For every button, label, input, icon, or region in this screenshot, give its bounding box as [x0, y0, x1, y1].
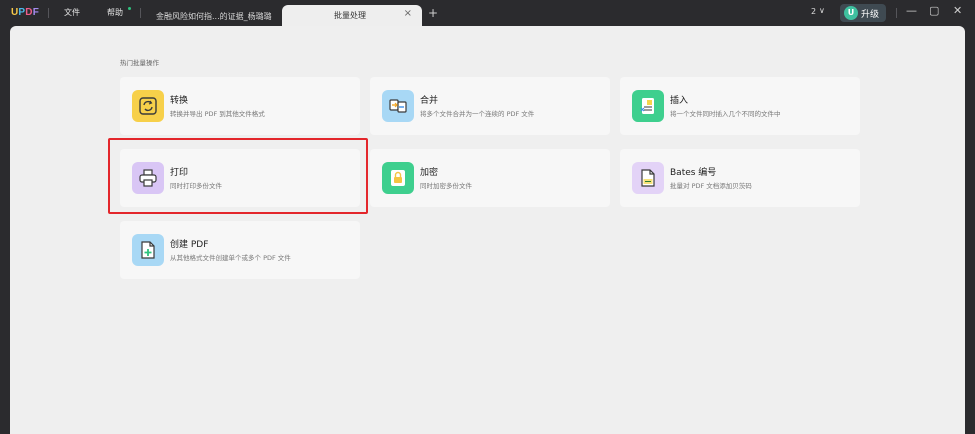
- notification-dot: [128, 7, 131, 10]
- upgrade-label: 升级: [861, 10, 880, 20]
- selection-highlight: [108, 138, 368, 214]
- divider: [896, 8, 897, 18]
- card-insert[interactable]: 插入 将一个文件同时插入几个不同的文件中: [620, 77, 860, 135]
- close-icon[interactable]: ✕: [953, 4, 962, 17]
- tab-close-icon[interactable]: ×: [404, 8, 412, 19]
- card-encrypt[interactable]: 加密 同时加密多份文件: [370, 149, 610, 207]
- card-title: 创建 PDF: [170, 240, 209, 250]
- new-tab-button[interactable]: +: [428, 6, 438, 20]
- lock-icon: [382, 162, 414, 194]
- minimize-icon[interactable]: —: [906, 4, 917, 17]
- card-title: 插入: [670, 96, 689, 106]
- page-count[interactable]: 2: [811, 7, 816, 16]
- divider: [140, 8, 141, 18]
- card-desc: 从其他格式文件创建单个或多个 PDF 文件: [170, 254, 291, 262]
- card-desc: 同时加密多份文件: [420, 182, 472, 190]
- chevron-down-icon[interactable]: ∨: [819, 6, 825, 15]
- tab-document[interactable]: 金融风险如何指...的证据_杨璐璐: [148, 6, 278, 26]
- tab-batch-label: 批量处理: [334, 11, 366, 20]
- maximize-icon[interactable]: ▢: [929, 4, 939, 17]
- card-title: 加密: [420, 168, 439, 178]
- card-title: 转换: [170, 96, 189, 106]
- section-title: 热门批量操作: [120, 59, 159, 67]
- divider: [48, 8, 49, 18]
- batch-panel: 热门批量操作 转换 转换并导出 PDF 到其他文件格式 合并 将多个文件合并为一…: [10, 26, 965, 434]
- card-desc: 批量对 PDF 文档添加贝茨码: [670, 182, 752, 190]
- create-pdf-icon: [132, 234, 164, 266]
- convert-icon: [132, 90, 164, 122]
- card-desc: 将多个文件合并为一个连续的 PDF 文件: [420, 110, 535, 118]
- card-bates[interactable]: Bates 编号 批量对 PDF 文档添加贝茨码: [620, 149, 860, 207]
- upgrade-button[interactable]: U 升级: [840, 4, 886, 22]
- menu-file[interactable]: 文件: [64, 7, 80, 18]
- card-title: Bates 编号: [670, 168, 717, 178]
- card-desc: 转换并导出 PDF 到其他文件格式: [170, 110, 265, 118]
- card-create-pdf[interactable]: 创建 PDF 从其他格式文件创建单个或多个 PDF 文件: [120, 221, 360, 279]
- updf-logo[interactable]: UPDF: [11, 7, 39, 18]
- title-bar: UPDF 文件 帮助 金融风险如何指...的证据_杨璐璐 批量处理 × + 2 …: [0, 0, 975, 26]
- merge-icon: [382, 90, 414, 122]
- tab-batch[interactable]: 批量处理 ×: [282, 5, 422, 26]
- insert-icon: [632, 90, 664, 122]
- tab-document-label: 金融风险如何指...的证据_杨璐璐: [156, 12, 272, 21]
- menu-help[interactable]: 帮助: [107, 7, 123, 18]
- bates-number-icon: [632, 162, 664, 194]
- card-title: 合并: [420, 96, 439, 106]
- card-desc: 将一个文件同时插入几个不同的文件中: [670, 110, 781, 118]
- avatar: U: [844, 6, 858, 20]
- card-merge[interactable]: 合并 将多个文件合并为一个连续的 PDF 文件: [370, 77, 610, 135]
- card-convert[interactable]: 转换 转换并导出 PDF 到其他文件格式: [120, 77, 360, 135]
